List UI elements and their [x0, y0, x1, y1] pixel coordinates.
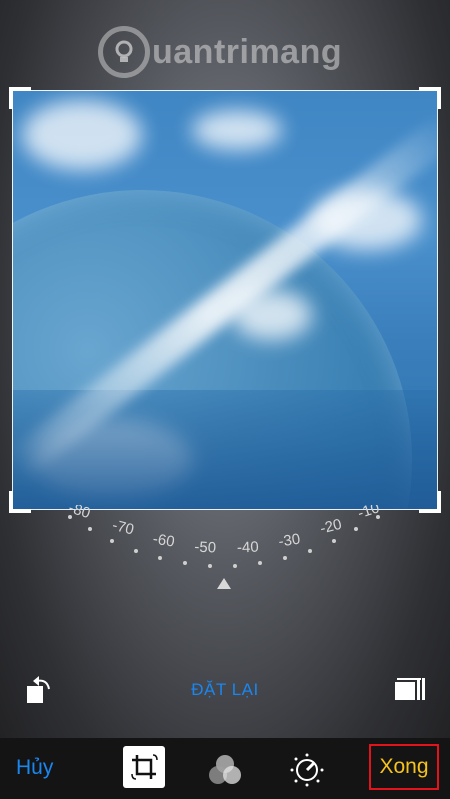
rotate-left-icon[interactable]	[22, 672, 56, 708]
dial-dot	[110, 539, 114, 543]
watermark-text: uantrimang	[152, 32, 343, 71]
reset-button[interactable]: ĐẶT LẠI	[160, 680, 290, 702]
cancel-button[interactable]: Hủy	[16, 756, 53, 780]
dial-dot	[208, 564, 212, 568]
dial-dot	[183, 561, 187, 565]
dial-dot	[88, 527, 92, 531]
dial-label: -30	[277, 531, 301, 551]
dial-dot	[354, 527, 358, 531]
dial-label: -20	[318, 516, 343, 538]
dial-label: -70	[111, 517, 136, 539]
filters-icon[interactable]	[205, 752, 245, 788]
crop-handle-top-right[interactable]	[419, 87, 441, 109]
done-button[interactable]: Xong	[369, 744, 439, 790]
dial-label: -40	[237, 539, 259, 557]
dial-dot	[134, 549, 138, 553]
dial-dot	[233, 564, 237, 568]
crop-rotate-icon[interactable]	[123, 746, 165, 788]
dial-dot	[283, 556, 287, 560]
dial-label: -50	[194, 538, 217, 556]
dial-dot	[332, 539, 336, 543]
dial-label: -80	[66, 505, 92, 522]
aspect-ratio-icon[interactable]	[392, 675, 428, 703]
crop-handle-top-left[interactable]	[9, 87, 31, 109]
lightbulb-logo-icon	[98, 26, 150, 78]
dial-label: -60	[152, 530, 176, 550]
dial-dot	[158, 556, 162, 560]
dial-dot	[308, 549, 312, 553]
dial-label: -10	[356, 505, 382, 522]
adjust-dial-icon[interactable]	[289, 752, 325, 788]
crop-frame[interactable]	[9, 87, 441, 513]
watermark: uantrimang	[98, 22, 378, 82]
dial-dot	[258, 561, 262, 565]
dial-pointer-icon	[217, 578, 231, 589]
